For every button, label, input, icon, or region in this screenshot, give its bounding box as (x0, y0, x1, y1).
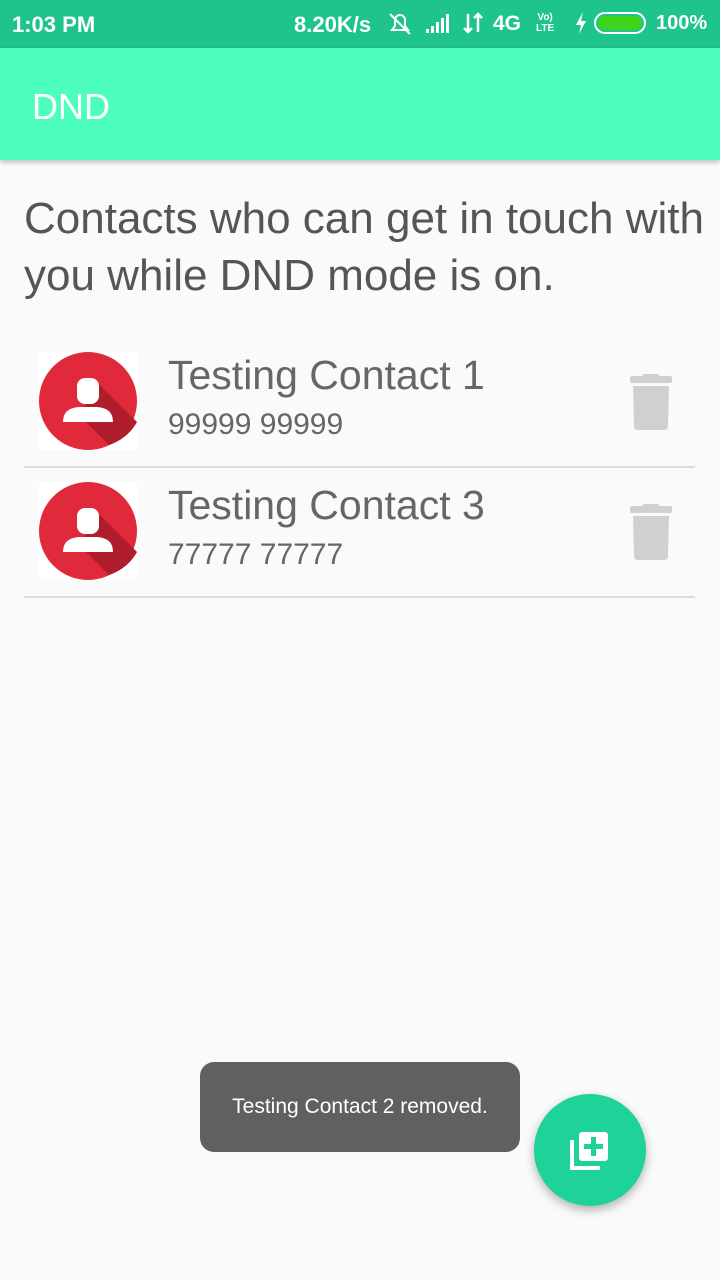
volte-line-2: LTE (536, 23, 555, 34)
battery-percent: 100% (656, 12, 708, 34)
delete-icon[interactable] (628, 374, 674, 430)
person-icon (39, 482, 137, 580)
intro-text: Contacts who can get in touch with you w… (24, 194, 704, 300)
status-time: 1:03 PM (12, 12, 96, 37)
add-contact-button[interactable] (534, 1094, 646, 1206)
avatar (39, 352, 137, 450)
volte-icon: Vo) LTE (536, 12, 554, 34)
signal-icon (426, 14, 449, 33)
volte-line-1: Vo) (537, 12, 553, 23)
battery-icon (594, 12, 646, 34)
add-contact-icon (570, 1132, 608, 1170)
alarm-off-icon (389, 13, 411, 35)
person-icon (39, 352, 137, 450)
contact-phone: 99999 99999 (168, 408, 344, 441)
contact-name: Testing Contact 3 (168, 482, 485, 528)
status-bar: 1:03 PM 8.20K/s 4G Vo) LTE 100% (0, 0, 720, 48)
status-speed: 8.20K/s (294, 12, 372, 37)
avatar (39, 482, 137, 580)
data-arrows-icon (463, 12, 483, 34)
app-bar: DND (0, 48, 720, 160)
contact-row[interactable]: Testing Contact 3 77777 77777 (24, 468, 695, 598)
delete-icon[interactable] (628, 504, 674, 560)
charging-icon (574, 10, 588, 42)
contact-name: Testing Contact 1 (168, 352, 485, 398)
app-title: DND (32, 86, 110, 127)
toast-message: Testing Contact 2 removed. (200, 1062, 520, 1152)
status-icons (388, 10, 488, 38)
contact-row[interactable]: Testing Contact 1 99999 99999 (24, 338, 695, 468)
contact-phone: 77777 77777 (168, 538, 344, 571)
status-network: 4G (493, 12, 522, 35)
